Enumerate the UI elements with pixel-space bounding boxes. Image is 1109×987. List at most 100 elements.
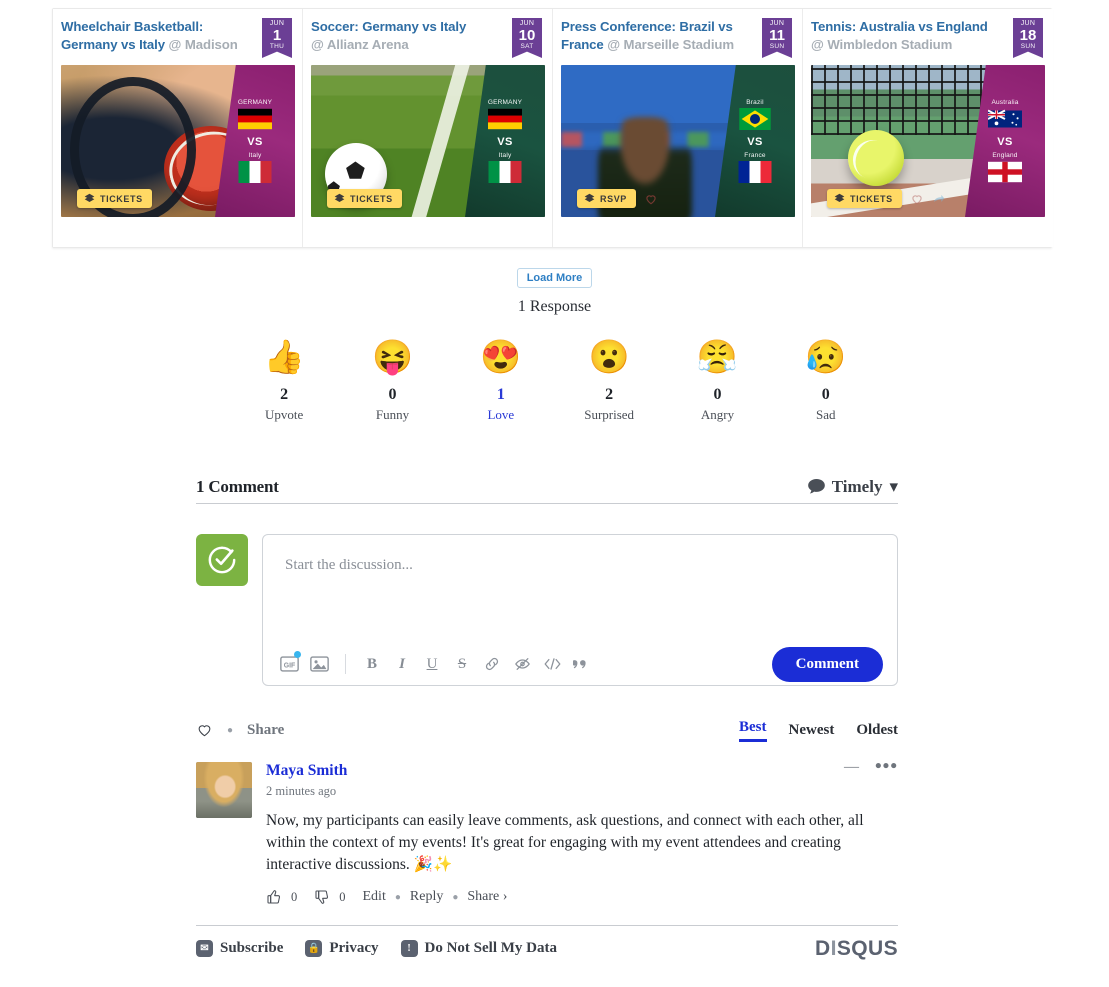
heart-icon[interactable] [644,192,658,206]
disqus-footer: ✉ Subscribe 🔒 Privacy ! Do Not Sell My D… [196,925,898,971]
rsvp-button[interactable]: RSVP [577,189,636,208]
flag-germany-icon [488,108,522,130]
disqus-check-avatar-icon [208,546,236,574]
team-b-name: England [992,152,1018,159]
comment-header: Maya Smith 2 minutes ago — ••• [266,757,898,799]
event-image[interactable]: Brazil VS France RSVP [561,65,795,217]
flag-australia-icon [988,109,1022,128]
thumbs-up-icon[interactable] [266,889,282,905]
italic-button[interactable]: I [390,652,414,676]
svg-text:GIF: GIF [283,662,294,669]
tickets-label: TICKETS [100,193,143,204]
reaction-funny[interactable]: 😝 0 Funny [338,338,446,423]
event-card[interactable]: Wheelchair Basketball: Germany vs Italy … [53,9,303,247]
share-icon[interactable] [932,192,946,206]
comment-share-link[interactable]: Share › [467,889,507,905]
response-count: 1 Response [517,298,592,315]
load-more-button[interactable]: Load More [516,268,593,288]
date-day: 1 [272,27,282,44]
date-month: JUN [269,20,285,27]
event-title[interactable]: Press Conference: Brazil vs France @ Mar… [561,18,754,53]
sort-dropdown[interactable]: Timely ▾ [807,477,898,497]
gif-button[interactable]: GIF [277,651,301,676]
spoiler-button[interactable] [510,652,534,676]
blockquote-button[interactable] [570,652,594,676]
event-card[interactable]: Press Conference: Brazil vs France @ Mar… [553,9,803,247]
event-title[interactable]: Wheelchair Basketball: Germany vs Italy … [61,18,254,53]
sort-oldest[interactable]: Oldest [856,722,898,742]
team-b-name: Italy [248,152,262,159]
comment-body: Maya Smith 2 minutes ago — ••• Now, my p… [252,757,898,905]
bold-button[interactable]: B [360,652,384,676]
reaction-surprised[interactable]: 😮 2 Surprised [555,338,663,423]
tickets-button[interactable]: TICKETS [77,189,152,208]
comment-input-box[interactable]: Start the discussion... GIF B I U S Comm… [262,534,898,686]
sort-newest[interactable]: Newest [789,722,835,742]
subbar-left-actions: ● Share [196,722,284,739]
reply-link[interactable]: Reply [410,889,443,905]
tickets-button[interactable]: TICKETS [327,189,402,208]
date-weekday: SUN [769,43,785,50]
disqus-logo[interactable]: DISQUS [815,937,898,961]
gif-icon: GIF [279,656,299,672]
event-image[interactable]: Australia VS England TICKETS [811,65,1045,217]
event-date-badge: JUN 11 SUN [762,18,792,58]
team-a-name: GERMANY [487,99,523,106]
comment-author[interactable]: Maya Smith [266,762,347,780]
edit-link[interactable]: Edit [363,889,386,905]
subscribe-button[interactable]: ✉ Subscribe [196,940,283,957]
avatar[interactable] [196,762,252,818]
date-day: 11 [769,27,785,44]
vs-label: VS [997,136,1013,148]
event-card[interactable]: Tennis: Australia vs England @ Wimbledon… [803,9,1053,247]
ticket-icon [334,193,345,202]
privacy-button[interactable]: 🔒 Privacy [305,940,379,957]
strikethrough-button[interactable]: S [450,652,474,676]
code-button[interactable] [540,652,564,676]
envelope-icon: ✉ [196,940,213,957]
do-not-sell-button[interactable]: ! Do Not Sell My Data [400,940,557,957]
quote-icon [573,660,586,669]
separator-dot: ● [452,891,459,903]
event-title[interactable]: Tennis: Australia vs England @ Wimbledon… [811,18,1005,53]
share-link[interactable]: Share [247,722,284,739]
reaction-love[interactable]: 😍 1 Love [447,338,555,423]
reaction-count: 0 [821,386,830,403]
collapse-icon[interactable]: — [844,760,859,775]
rsvp-label: RSVP [600,193,627,204]
event-venue: @ Allianz Arena [311,36,409,52]
heart-icon[interactable] [910,192,924,206]
exclamation-icon: ! [400,940,418,957]
comment-subbar: ● Share Best Newest Oldest [196,712,898,748]
comment-input-placeholder: Start the discussion... [285,557,413,573]
tickets-button[interactable]: TICKETS [827,189,902,208]
event-image[interactable]: GERMANY VS Italy TICKETS [61,65,295,217]
submit-comment-button[interactable]: Comment [771,646,883,682]
comment-composer: Start the discussion... GIF B I U S Comm… [196,534,898,686]
event-image[interactable]: GERMANY VS Italy TICKETS [311,65,545,217]
more-options-icon[interactable]: ••• [875,757,898,776]
date-day: 10 [518,27,536,44]
reaction-angry[interactable]: 😤 0 Angry [663,338,771,423]
ticket-icon [584,193,595,202]
reactions-bar: 👍 2 Upvote 😝 0 Funny 😍 1 Love 😮 2 Surpri… [230,338,880,423]
reaction-upvote[interactable]: 👍 2 Upvote [230,338,338,423]
reaction-sad[interactable]: 😥 0 Sad [772,338,880,423]
vs-label: VS [247,136,263,148]
event-title[interactable]: Soccer: Germany vs Italy @ Allianz Arena [311,18,504,53]
thumbs-down-icon[interactable] [314,889,330,905]
flag-france-icon [738,161,772,183]
funny-face-icon: 😝 [371,340,414,376]
image-button[interactable] [307,652,331,676]
reaction-count: 2 [280,386,289,403]
comment-item: Maya Smith 2 minutes ago — ••• Now, my p… [196,757,898,905]
underline-button[interactable]: U [420,652,444,676]
event-card[interactable]: Soccer: Germany vs Italy @ Allianz Arena… [303,9,553,247]
favorite-heart-icon[interactable] [196,722,213,738]
event-title-text: Soccer: Germany vs Italy [311,19,467,34]
flag-brazil-icon [739,108,771,130]
date-day: 18 [1019,27,1037,44]
sort-best[interactable]: Best [739,719,767,742]
link-button[interactable] [480,652,504,676]
comment-tools: — ••• [844,757,898,776]
